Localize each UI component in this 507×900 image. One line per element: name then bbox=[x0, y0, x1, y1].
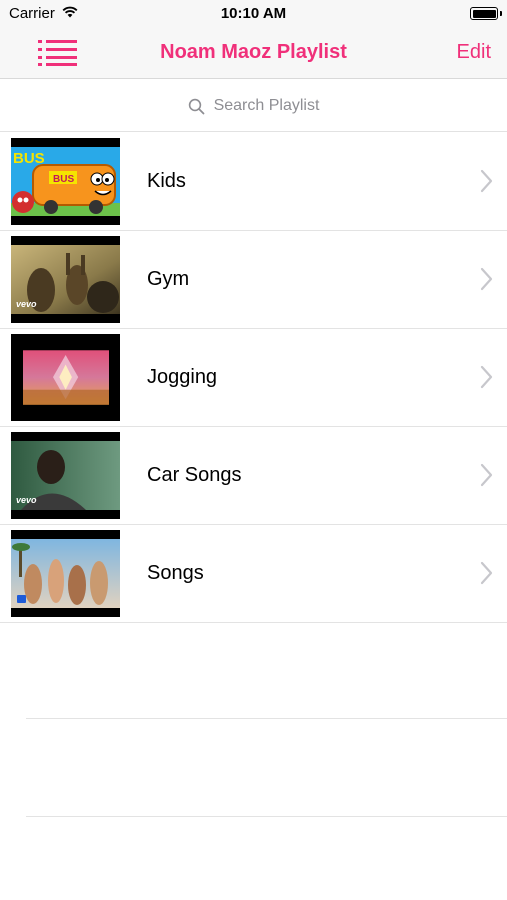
cartoon-bus-thumbnail: BUS BUS bbox=[11, 138, 120, 225]
page-title: Noam Maoz Playlist bbox=[160, 41, 347, 63]
battery-icon bbox=[470, 7, 502, 20]
status-bar: Carrier 10:10 AM bbox=[0, 0, 507, 28]
status-time: 10:10 AM bbox=[220, 5, 287, 22]
playlist-list: BUS BUS Kids vevo Gym Jogging vevo Car S… bbox=[0, 133, 507, 623]
playlist-row-kids[interactable]: BUS BUS Kids bbox=[0, 133, 507, 231]
chevron-right-icon bbox=[480, 561, 493, 585]
playlist-row-songs[interactable]: Songs bbox=[0, 525, 507, 623]
navigation-bar: Noam Maoz Playlist Edit bbox=[0, 28, 507, 79]
playlist-label: Gym bbox=[147, 268, 190, 290]
playlist-label: Kids bbox=[147, 170, 186, 192]
beach-party-thumbnail bbox=[11, 530, 120, 617]
chevron-right-icon bbox=[480, 365, 493, 389]
search-placeholder: Search Playlist bbox=[213, 97, 320, 114]
abstract-album-art-thumbnail bbox=[11, 334, 120, 421]
edit-button[interactable]: Edit bbox=[457, 41, 491, 64]
chevron-right-icon bbox=[480, 463, 493, 487]
singer-closeup-vevo-thumbnail: vevo bbox=[11, 432, 120, 519]
search-icon bbox=[188, 98, 204, 114]
chevron-right-icon bbox=[480, 169, 493, 193]
playlist-label: Car Songs bbox=[147, 464, 242, 486]
empty-row-separator bbox=[26, 718, 507, 719]
playlist-row-gym[interactable]: vevo Gym bbox=[0, 231, 507, 329]
search-input[interactable]: Search Playlist bbox=[0, 80, 507, 132]
chevron-right-icon bbox=[480, 267, 493, 291]
playlist-row-car-songs[interactable]: vevo Car Songs bbox=[0, 427, 507, 525]
empty-row-separator bbox=[26, 816, 507, 817]
concert-crowd-vevo-thumbnail: vevo bbox=[11, 236, 120, 323]
playlist-label: Jogging bbox=[147, 366, 218, 388]
search-bar: Search Playlist bbox=[0, 80, 507, 132]
playlist-label: Songs bbox=[147, 562, 204, 584]
playlist-row-jogging[interactable]: Jogging bbox=[0, 329, 507, 427]
svg-text:BUS: BUS bbox=[53, 174, 74, 185]
